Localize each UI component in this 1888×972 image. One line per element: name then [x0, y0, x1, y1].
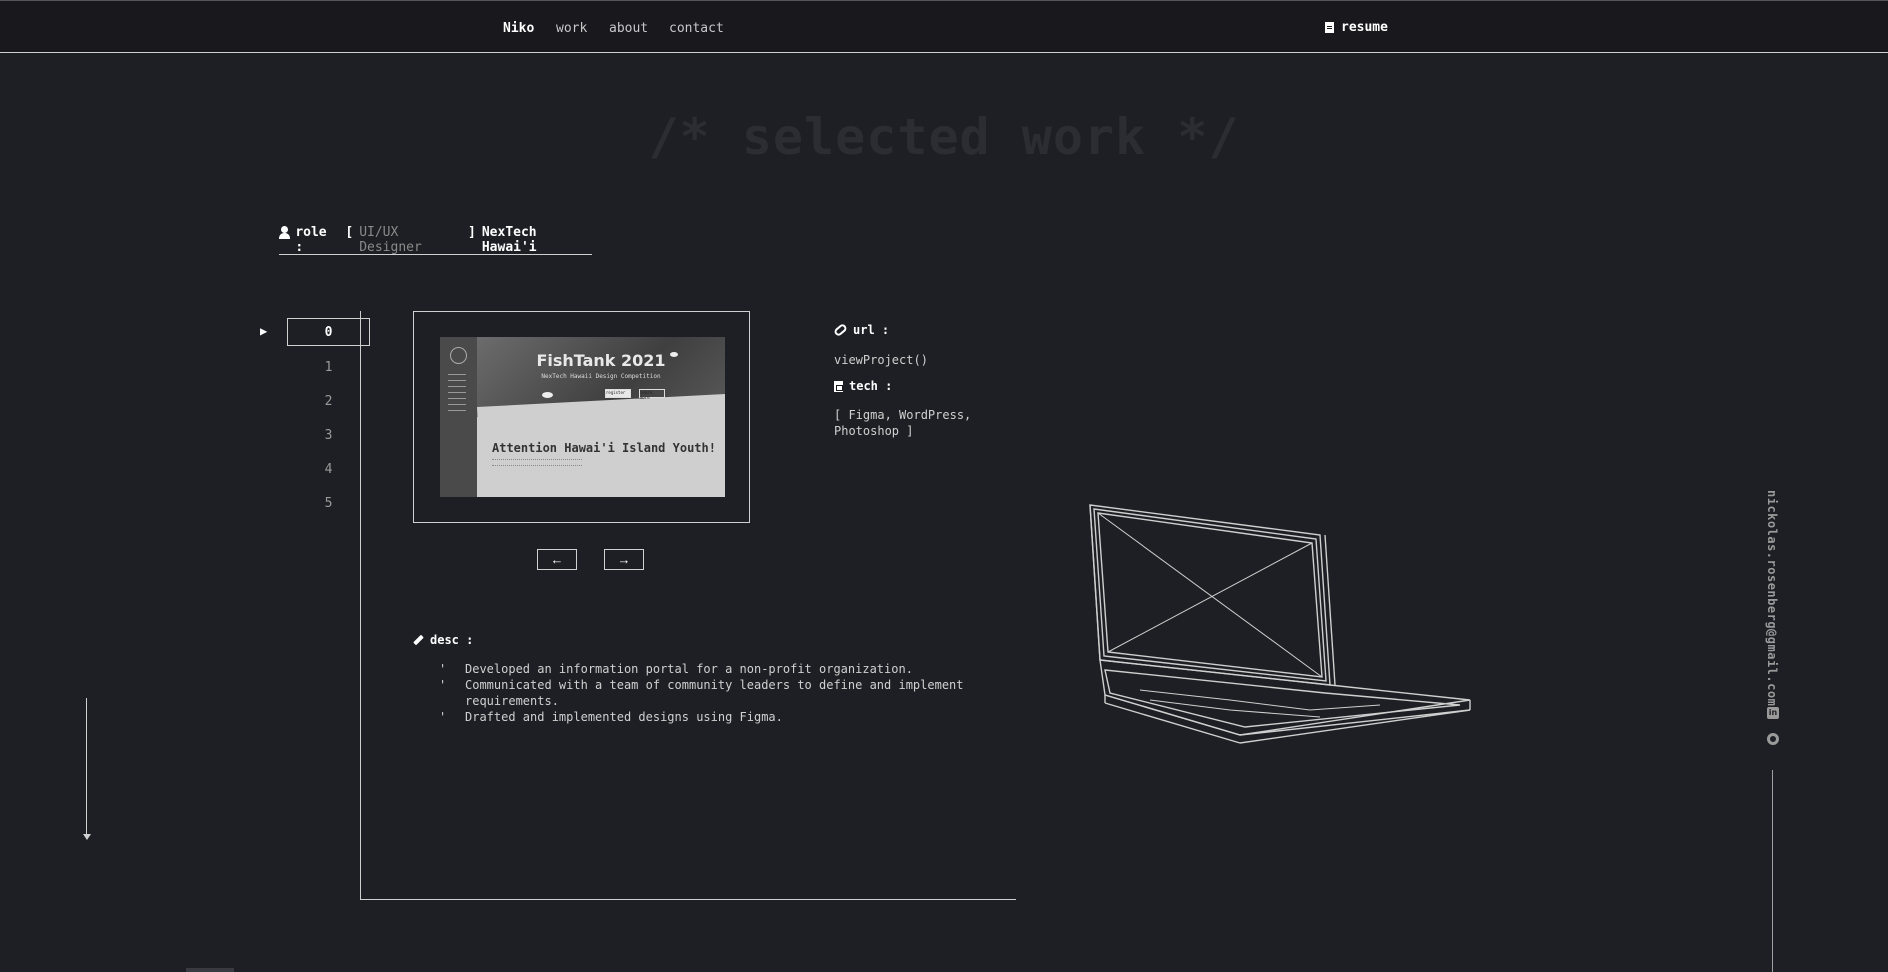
page-title: /* selected work */ [648, 108, 1240, 166]
role-label: role : [295, 225, 327, 255]
right-rail-line [1772, 770, 1773, 972]
fish-icon [670, 352, 678, 357]
linkedin-icon[interactable]: in [1767, 707, 1779, 719]
arrow-down-icon [83, 834, 91, 840]
desc-label: desc : [413, 633, 473, 647]
url-value[interactable]: viewProject() [834, 352, 928, 368]
project-index-5[interactable]: 5 [287, 490, 370, 518]
project-index-4[interactable]: 4 [287, 456, 370, 484]
project-screenshot: FishTank 2021 NexTech Hawaii Design Comp… [440, 337, 725, 497]
url-label: url : [832, 322, 889, 338]
github-icon[interactable] [1767, 733, 1779, 745]
role-title: UI/UX Designer [359, 225, 422, 255]
screenshot-body-text [492, 459, 582, 466]
role-open-bracket: [ [345, 225, 354, 240]
nav-link-work[interactable]: work [556, 21, 587, 36]
screenshot-register-button: register [605, 389, 631, 398]
tech-value-line-2: Photoshop ] [834, 424, 914, 438]
scroll-indicator-line [86, 698, 87, 838]
project-index-3[interactable]: 3 [287, 422, 370, 450]
project-index-0[interactable]: 0 [287, 318, 370, 346]
tech-label: tech : [834, 379, 892, 393]
pencil-icon [413, 634, 424, 646]
role-header: role : [ UI/UX Designer ] NexTech Hawai'… [279, 225, 592, 255]
role-company: NexTech Hawai'i [481, 225, 537, 255]
desc-item: Drafted and implemented designs using Fi… [437, 709, 997, 725]
screenshot-title: FishTank 2021 [536, 351, 666, 370]
user-icon [279, 226, 291, 239]
project-preview-card[interactable]: FishTank 2021 NexTech Hawaii Design Comp… [413, 311, 750, 523]
frame-border-left [360, 311, 361, 900]
resume-label: resume [1341, 20, 1388, 35]
desc-item: Developed an information portal for a no… [437, 661, 997, 677]
frame-border-bottom [360, 899, 1016, 900]
screenshot-headline: Attention Hawai'i Island Youth! [492, 441, 716, 455]
email-link[interactable]: nickolas.rosenberg@gmail.com [1765, 490, 1779, 706]
desc-item: Communicated with a team of community le… [437, 677, 997, 709]
nav-link-about[interactable]: about [609, 21, 648, 36]
bottom-divider [186, 968, 234, 972]
next-image-button[interactable]: → [604, 549, 644, 570]
prev-image-button[interactable]: ← [537, 549, 577, 570]
top-navbar: Niko work about contact resume [0, 0, 1888, 53]
fish-icon [542, 392, 553, 398]
link-icon [832, 322, 849, 338]
screenshot-logo [450, 347, 467, 364]
play-icon: ▶ [260, 324, 268, 338]
file-code-icon [834, 380, 843, 392]
brand-link[interactable]: Niko [503, 21, 534, 36]
laptop-wireframe-illustration [1089, 504, 1471, 744]
screenshot-sidebar [440, 337, 477, 497]
screenshot-learn-more-button: learn more [639, 389, 665, 400]
nav-link-contact[interactable]: contact [669, 21, 724, 36]
resume-link[interactable]: resume [1325, 20, 1388, 35]
project-index-1[interactable]: 1 [287, 354, 370, 382]
description-list: Developed an information portal for a no… [437, 661, 997, 725]
document-icon [1325, 22, 1334, 33]
screenshot-subtitle: NexTech Hawaii Design Competition [541, 373, 661, 380]
tech-value-line-1: [ Figma, WordPress, [834, 408, 972, 422]
project-index-2[interactable]: 2 [287, 388, 370, 416]
role-close-bracket: ] [468, 225, 476, 240]
